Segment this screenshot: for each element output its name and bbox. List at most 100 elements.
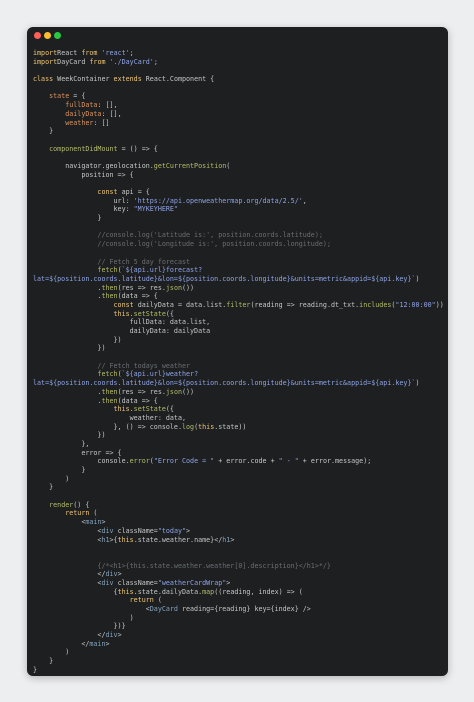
- code-token: error: [129, 457, 150, 466]
- code-token: import: [33, 57, 58, 66]
- code-token: (res => res.: [117, 387, 166, 396]
- close-icon[interactable]: [34, 32, 41, 39]
- code-token: },: [33, 439, 90, 448]
- code-line: ): [33, 648, 444, 657]
- code-line: .then(res => res.json()): [33, 388, 444, 397]
- code-line: return (: [33, 509, 444, 518]
- code-line: ): [33, 475, 444, 484]
- code-token: (: [153, 596, 162, 605]
- code-token: ()): [182, 283, 195, 292]
- code-token: : [],: [101, 109, 122, 118]
- code-line: }: [33, 466, 444, 475]
- code-token: then: [101, 396, 118, 405]
- code-token: dailyData: dailyData: [33, 327, 211, 335]
- code-token: // Fetch todays weather: [33, 361, 191, 370]
- code-token: (reading => reading.dt_txt.: [250, 300, 360, 309]
- code-token: >{: [109, 535, 118, 544]
- code-token: import: [33, 49, 58, 57]
- code-line: class WeekContainer extends React.Compon…: [33, 75, 444, 84]
- code-token: weather: data,: [33, 413, 186, 422]
- code-line: ): [33, 614, 444, 623]
- code-line: render() {: [33, 501, 444, 510]
- code-token: this: [117, 587, 134, 596]
- code-token: <: [33, 535, 102, 544]
- code-token: "weatherCardWrap": [157, 578, 227, 587]
- code-token: </: [33, 639, 90, 648]
- maximize-icon[interactable]: [54, 32, 61, 39]
- code-token: className=: [113, 578, 158, 587]
- code-token: fetch: [97, 370, 118, 379]
- code-line: }: [33, 127, 444, 136]
- code-token: >: [230, 535, 235, 544]
- code-token: key:: [33, 205, 134, 214]
- code-line: },: [33, 440, 444, 449]
- code-token: "MYKEYHERE": [133, 205, 178, 214]
- code-token: fullData: data.list,: [33, 318, 211, 327]
- code-line: // Fetch 5 day forecast: [33, 258, 444, 267]
- code-line: this.setState({: [33, 310, 444, 319]
- code-token: setState: [133, 309, 166, 318]
- code-token: json: [165, 387, 182, 396]
- code-token: return: [129, 596, 154, 605]
- code-block: importReact from 'react'; import DayCard f…: [33, 49, 444, 676]
- code-token: = {: [69, 92, 86, 101]
- code-token: >: [105, 639, 110, 648]
- code-line: navigator.geolocation.getCurrentPosition…: [33, 162, 444, 171]
- code-token: DayCard: [149, 605, 178, 613]
- code-token: lat=${position.coords.latitude}&lon=${po…: [33, 379, 416, 388]
- code-window: importReact from 'react'; import DayCard f…: [27, 27, 448, 676]
- code-token: getCurrentPosition: [153, 161, 227, 170]
- code-line: position => {: [33, 171, 444, 180]
- code-token: .: [33, 396, 102, 405]
- code-token: .: [33, 292, 102, 301]
- code-token: >: [226, 578, 231, 587]
- code-token: : [],: [97, 101, 118, 110]
- code-token: .state.weather.name}</: [133, 535, 223, 544]
- code-token: extends: [113, 75, 142, 84]
- code-line: return (: [33, 596, 444, 605]
- code-token: dailyData = data.list.: [133, 300, 227, 309]
- code-token: lat=${position.coords.latitude}&lon=${po…: [33, 274, 416, 283]
- code-token: : []: [93, 118, 110, 127]
- code-token: navigator.geolocation.: [33, 161, 154, 170]
- code-token: ()): [182, 387, 195, 396]
- code-token: then: [101, 283, 118, 292]
- code-line: url: 'https://api.openweathermap.org/dat…: [33, 197, 444, 206]
- code-line: }): [33, 344, 444, 353]
- code-token: main: [89, 639, 106, 648]
- code-line: .then(data => {: [33, 397, 444, 406]
- code-token: fullData: [65, 101, 98, 110]
- code-token: ,: [302, 196, 307, 205]
- minimize-icon[interactable]: [44, 32, 51, 39]
- code-token: ({: [165, 309, 174, 318]
- code-token: className=: [113, 526, 158, 535]
- code-line: }, () => console.log(this.state)): [33, 423, 444, 432]
- code-token: {/*<h1>{this.state.weather.weather[0].de…: [97, 561, 331, 570]
- code-token: url:: [33, 196, 134, 205]
- code-line: dailyData: [],: [33, 110, 444, 119]
- code-line: <h1>{this.state.weather.name}</h1>: [33, 536, 444, 545]
- code-token: `${api.url}weather?: [121, 370, 199, 379]
- code-token: + error.code +: [214, 457, 279, 466]
- code-token: div: [101, 578, 114, 587]
- code-line: error => {: [33, 449, 444, 458]
- code-token: (: [89, 509, 98, 518]
- code-token: }, () => console.: [33, 422, 182, 431]
- code-token: div: [105, 631, 118, 640]
- code-line: importReact from 'react';: [33, 49, 444, 58]
- code-token: >: [117, 631, 122, 640]
- code-token: //console.log('Longitude is:', position.…: [33, 240, 331, 249]
